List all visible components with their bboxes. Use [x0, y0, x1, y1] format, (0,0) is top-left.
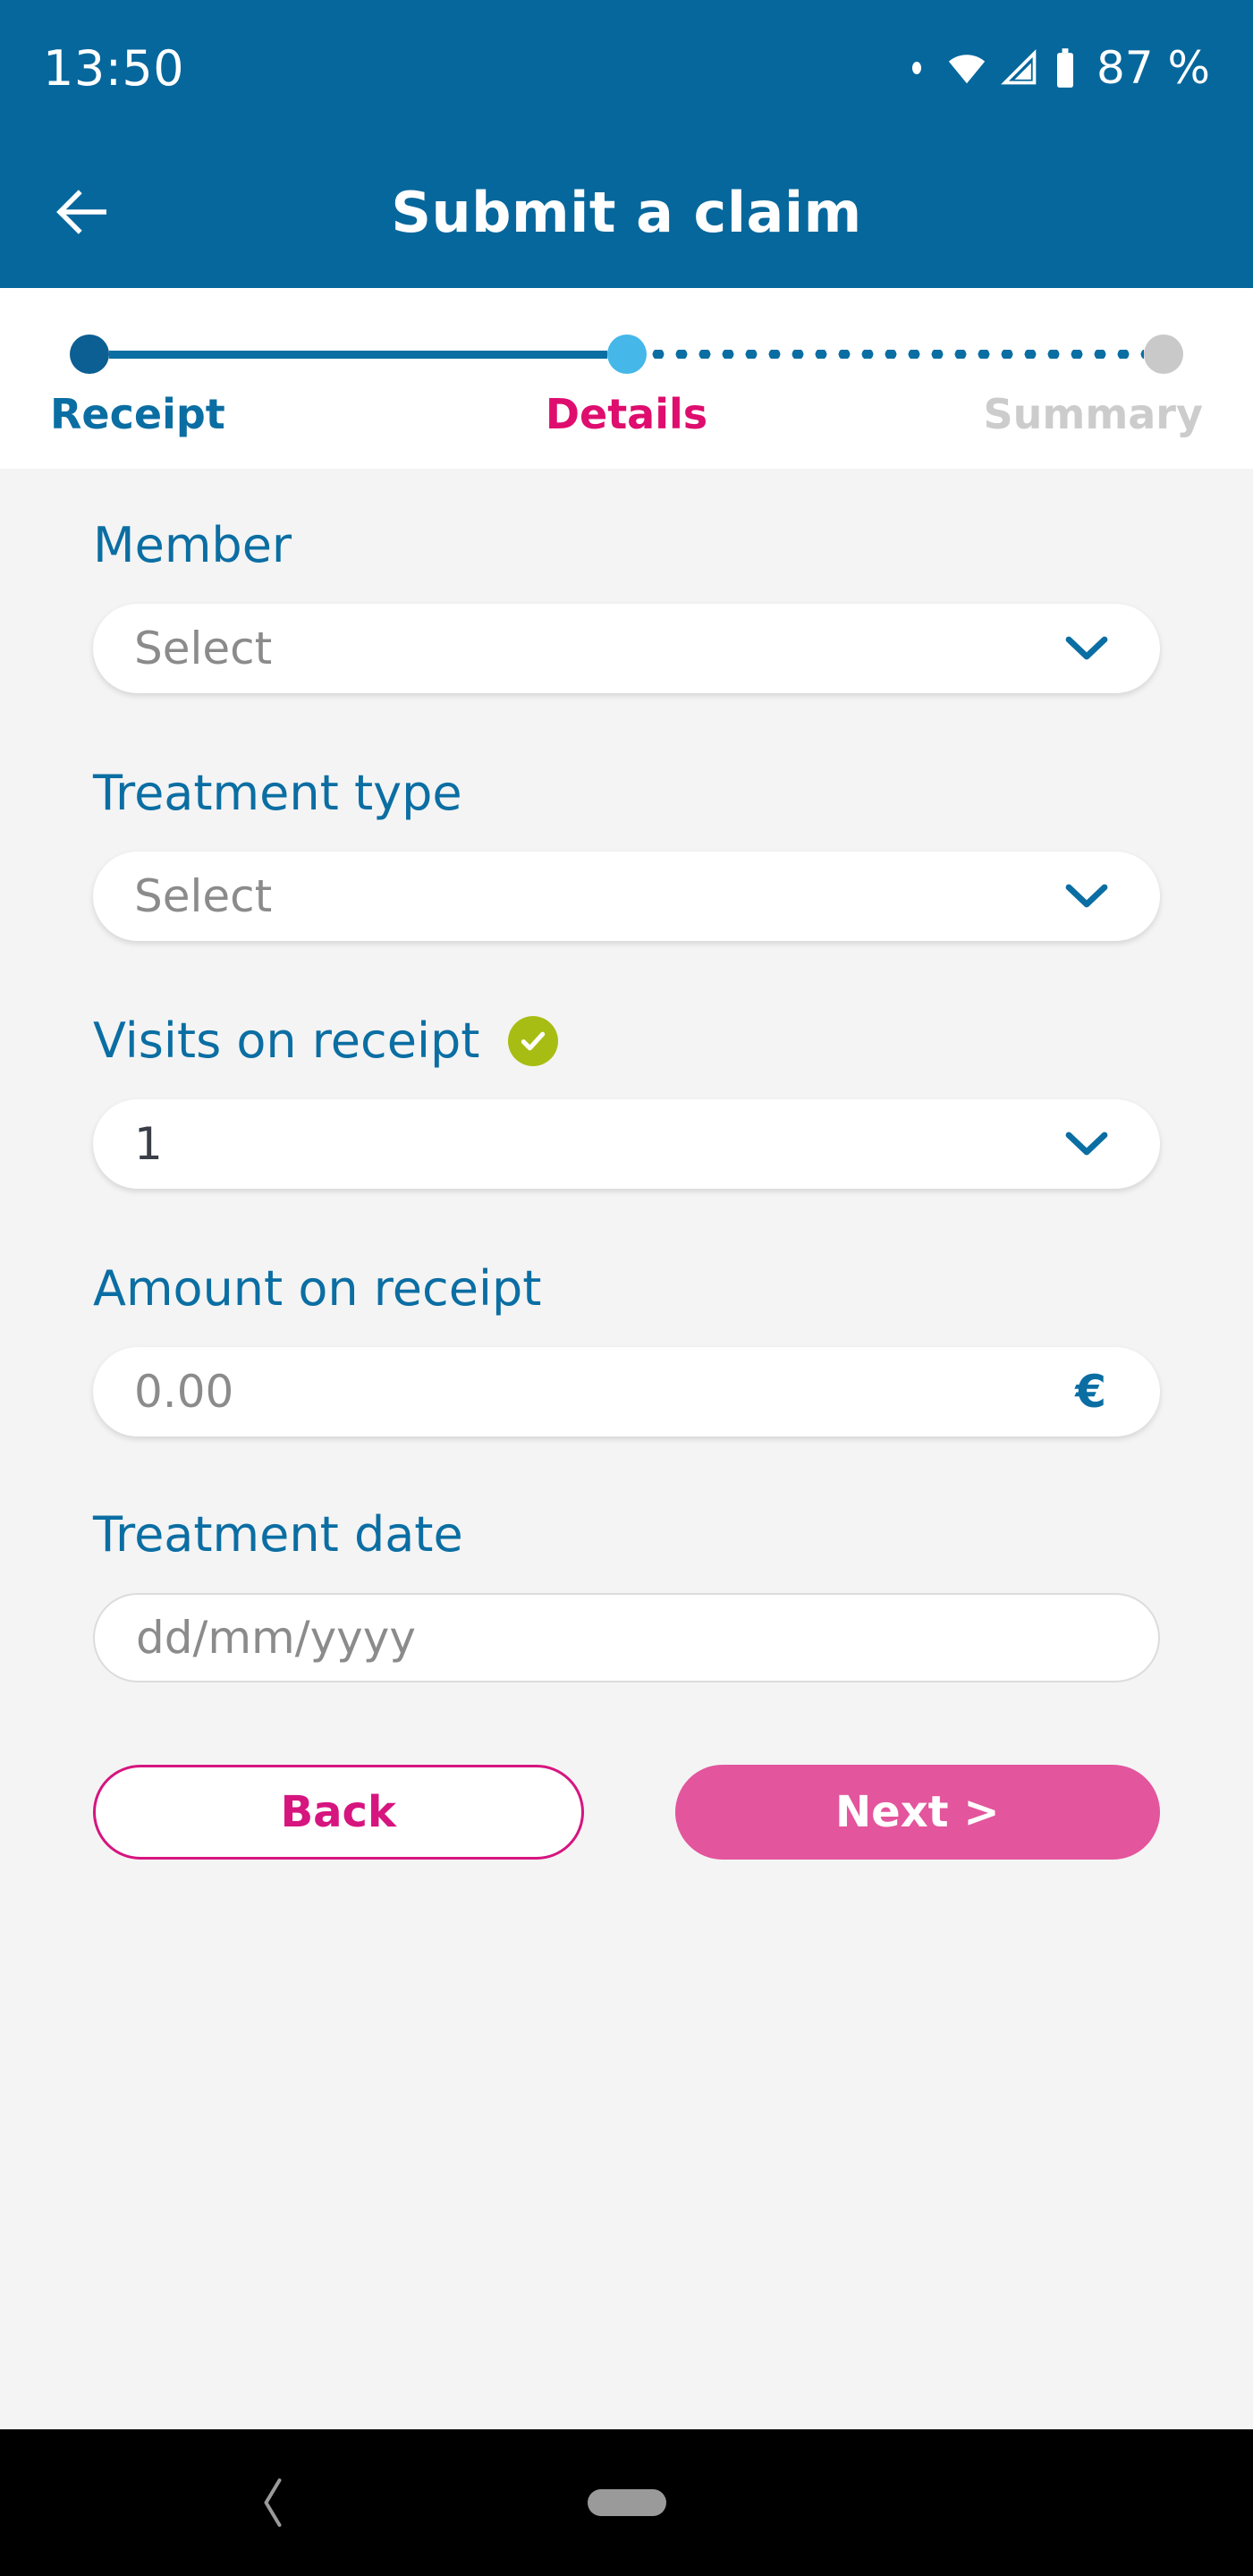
cell-signal-icon [1001, 49, 1037, 85]
dot-indicator-icon [911, 62, 921, 74]
next-button[interactable]: Next > [674, 1765, 1160, 1860]
chevron-down-icon [1065, 884, 1108, 908]
form-actions: Back Next > [0, 1765, 1253, 1860]
android-nav-bar [0, 2429, 1253, 2576]
stepper-segment-2 [646, 349, 1144, 360]
back-button[interactable] [48, 177, 118, 247]
claim-details-form: Member Select Treatment type Select Visi… [0, 469, 1253, 2429]
field-label-amount-on-receipt: Amount on receipt [93, 1260, 542, 1317]
step-node-details[interactable] [606, 335, 647, 374]
field-label-row-visits: Visits on receipt [93, 1013, 1160, 1069]
step-node-receipt[interactable] [70, 335, 109, 374]
field-label-row-treatment-type: Treatment type [93, 765, 1160, 821]
treatment-type-select[interactable]: Select [93, 852, 1160, 941]
wifi-icon [948, 55, 986, 84]
stepper-segment-1 [109, 350, 607, 359]
field-amount-on-receipt: Amount on receipt 0.00 € [0, 1260, 1253, 1436]
chevron-down-icon [1065, 1131, 1108, 1156]
battery-percent: 87 % [1096, 42, 1210, 94]
field-treatment-date: Treatment date dd/mm/yyyy [0, 1506, 1253, 1682]
status-bar: 13:50 87 % [0, 0, 1253, 136]
field-label-row-member: Member [93, 517, 1160, 573]
home-pill-icon[interactable] [587, 2489, 666, 2516]
check-mark-icon [521, 1031, 546, 1050]
visits-select-value: 1 [134, 1118, 163, 1170]
stepper-labels: Receipt Details Summary [0, 390, 1253, 438]
field-label-member: Member [93, 517, 292, 573]
member-select[interactable]: Select [93, 604, 1160, 693]
field-label-row-treatment-date: Treatment date [93, 1506, 1160, 1563]
step-node-summary[interactable] [1144, 335, 1183, 374]
battery-icon [1056, 48, 1073, 88]
field-label-treatment-type: Treatment type [93, 765, 462, 821]
back-button-secondary[interactable]: Back [93, 1765, 584, 1860]
app-bar: Submit a claim [0, 136, 1253, 288]
member-select-value: Select [134, 623, 273, 674]
step-label-receipt[interactable]: Receipt [27, 390, 423, 438]
treatment-type-select-value: Select [134, 870, 273, 922]
visits-select[interactable]: 1 [93, 1099, 1160, 1189]
page-title: Submit a claim [391, 179, 862, 245]
euro-symbol-icon: € [1075, 1366, 1106, 1418]
treatment-date-input[interactable]: dd/mm/yyyy [93, 1593, 1160, 1682]
field-label-visits-on-receipt: Visits on receipt [93, 1013, 480, 1069]
amount-input-value: 0.00 [134, 1366, 234, 1418]
field-member: Member Select [0, 517, 1253, 693]
field-visits-on-receipt: Visits on receipt 1 [0, 1013, 1253, 1189]
amount-input[interactable]: 0.00 € [93, 1347, 1160, 1436]
field-label-treatment-date: Treatment date [93, 1506, 463, 1563]
chevron-down-icon [1065, 636, 1108, 660]
chevron-left-icon [264, 2479, 282, 2527]
field-treatment-type: Treatment type Select [0, 765, 1253, 941]
arrow-left-icon [56, 190, 106, 234]
valid-check-icon [508, 1015, 559, 1066]
step-label-details[interactable]: Details [423, 390, 831, 438]
stepper-track [70, 331, 1183, 377]
step-label-summary[interactable]: Summary [830, 390, 1226, 438]
status-icons: 87 % [911, 42, 1210, 94]
nav-back-button[interactable] [255, 2474, 291, 2531]
status-clock: 13:50 [43, 39, 185, 97]
field-label-row-amount: Amount on receipt [93, 1260, 1160, 1317]
phone-screen: 13:50 87 % Submit a claim Receipt Detail… [0, 0, 1253, 2576]
progress-stepper: Receipt Details Summary [0, 288, 1253, 469]
treatment-date-value: dd/mm/yyyy [136, 1612, 416, 1664]
